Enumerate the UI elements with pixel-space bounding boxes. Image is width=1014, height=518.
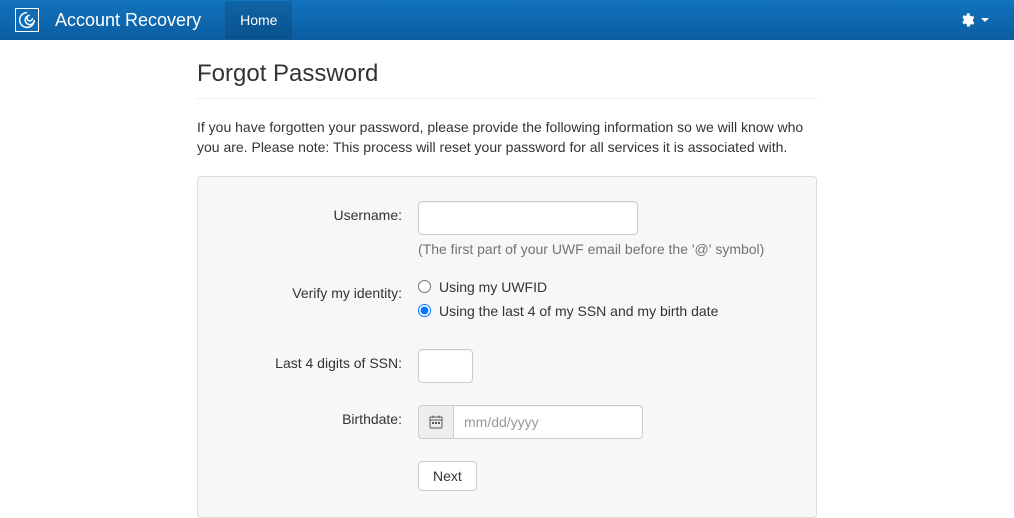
nav-home-link[interactable]: Home [225, 1, 292, 39]
verify-radio-uwfid[interactable] [418, 280, 431, 293]
username-label: Username: [218, 201, 418, 223]
main-container: Forgot Password If you have forgotten yo… [197, 60, 817, 518]
username-row: Username: (The first part of your UWF em… [218, 201, 796, 257]
birthdate-input-group [418, 405, 643, 439]
birthdate-input[interactable] [453, 405, 643, 439]
caret-down-icon [981, 18, 989, 22]
verify-row: Verify my identity: Using my UWFID Using… [218, 279, 796, 327]
page-title: Forgot Password [197, 60, 817, 88]
nautilus-icon [16, 9, 38, 31]
verify-radio-ssn[interactable] [418, 304, 431, 317]
next-button[interactable]: Next [418, 461, 477, 491]
ssn-label: Last 4 digits of SSN: [218, 349, 418, 371]
username-help-text: (The first part of your UWF email before… [418, 241, 796, 257]
brand-title: Account Recovery [55, 10, 201, 31]
title-divider [197, 98, 817, 99]
verify-label: Verify my identity: [218, 279, 418, 301]
username-input[interactable] [418, 201, 638, 235]
gear-icon [959, 12, 975, 28]
submit-row: Next [218, 461, 796, 491]
birthdate-label: Birthdate: [218, 405, 418, 427]
ssn-row: Last 4 digits of SSN: [218, 349, 796, 383]
birthdate-row: Birthdate: [218, 405, 796, 439]
verify-option-uwfid[interactable]: Using my UWFID [418, 279, 796, 295]
calendar-addon[interactable] [418, 405, 453, 439]
settings-dropdown[interactable] [949, 12, 999, 28]
verify-option-ssn-label: Using the last 4 of my SSN and my birth … [439, 303, 718, 319]
verify-option-uwfid-label: Using my UWFID [439, 279, 547, 295]
ssn-input[interactable] [418, 349, 473, 383]
intro-text: If you have forgotten your password, ple… [197, 117, 817, 158]
form-panel: Username: (The first part of your UWF em… [197, 176, 817, 518]
navbar: Account Recovery Home [0, 0, 1014, 40]
calendar-icon [429, 415, 443, 429]
verify-option-ssn[interactable]: Using the last 4 of my SSN and my birth … [418, 303, 796, 319]
brand-logo [15, 8, 39, 32]
